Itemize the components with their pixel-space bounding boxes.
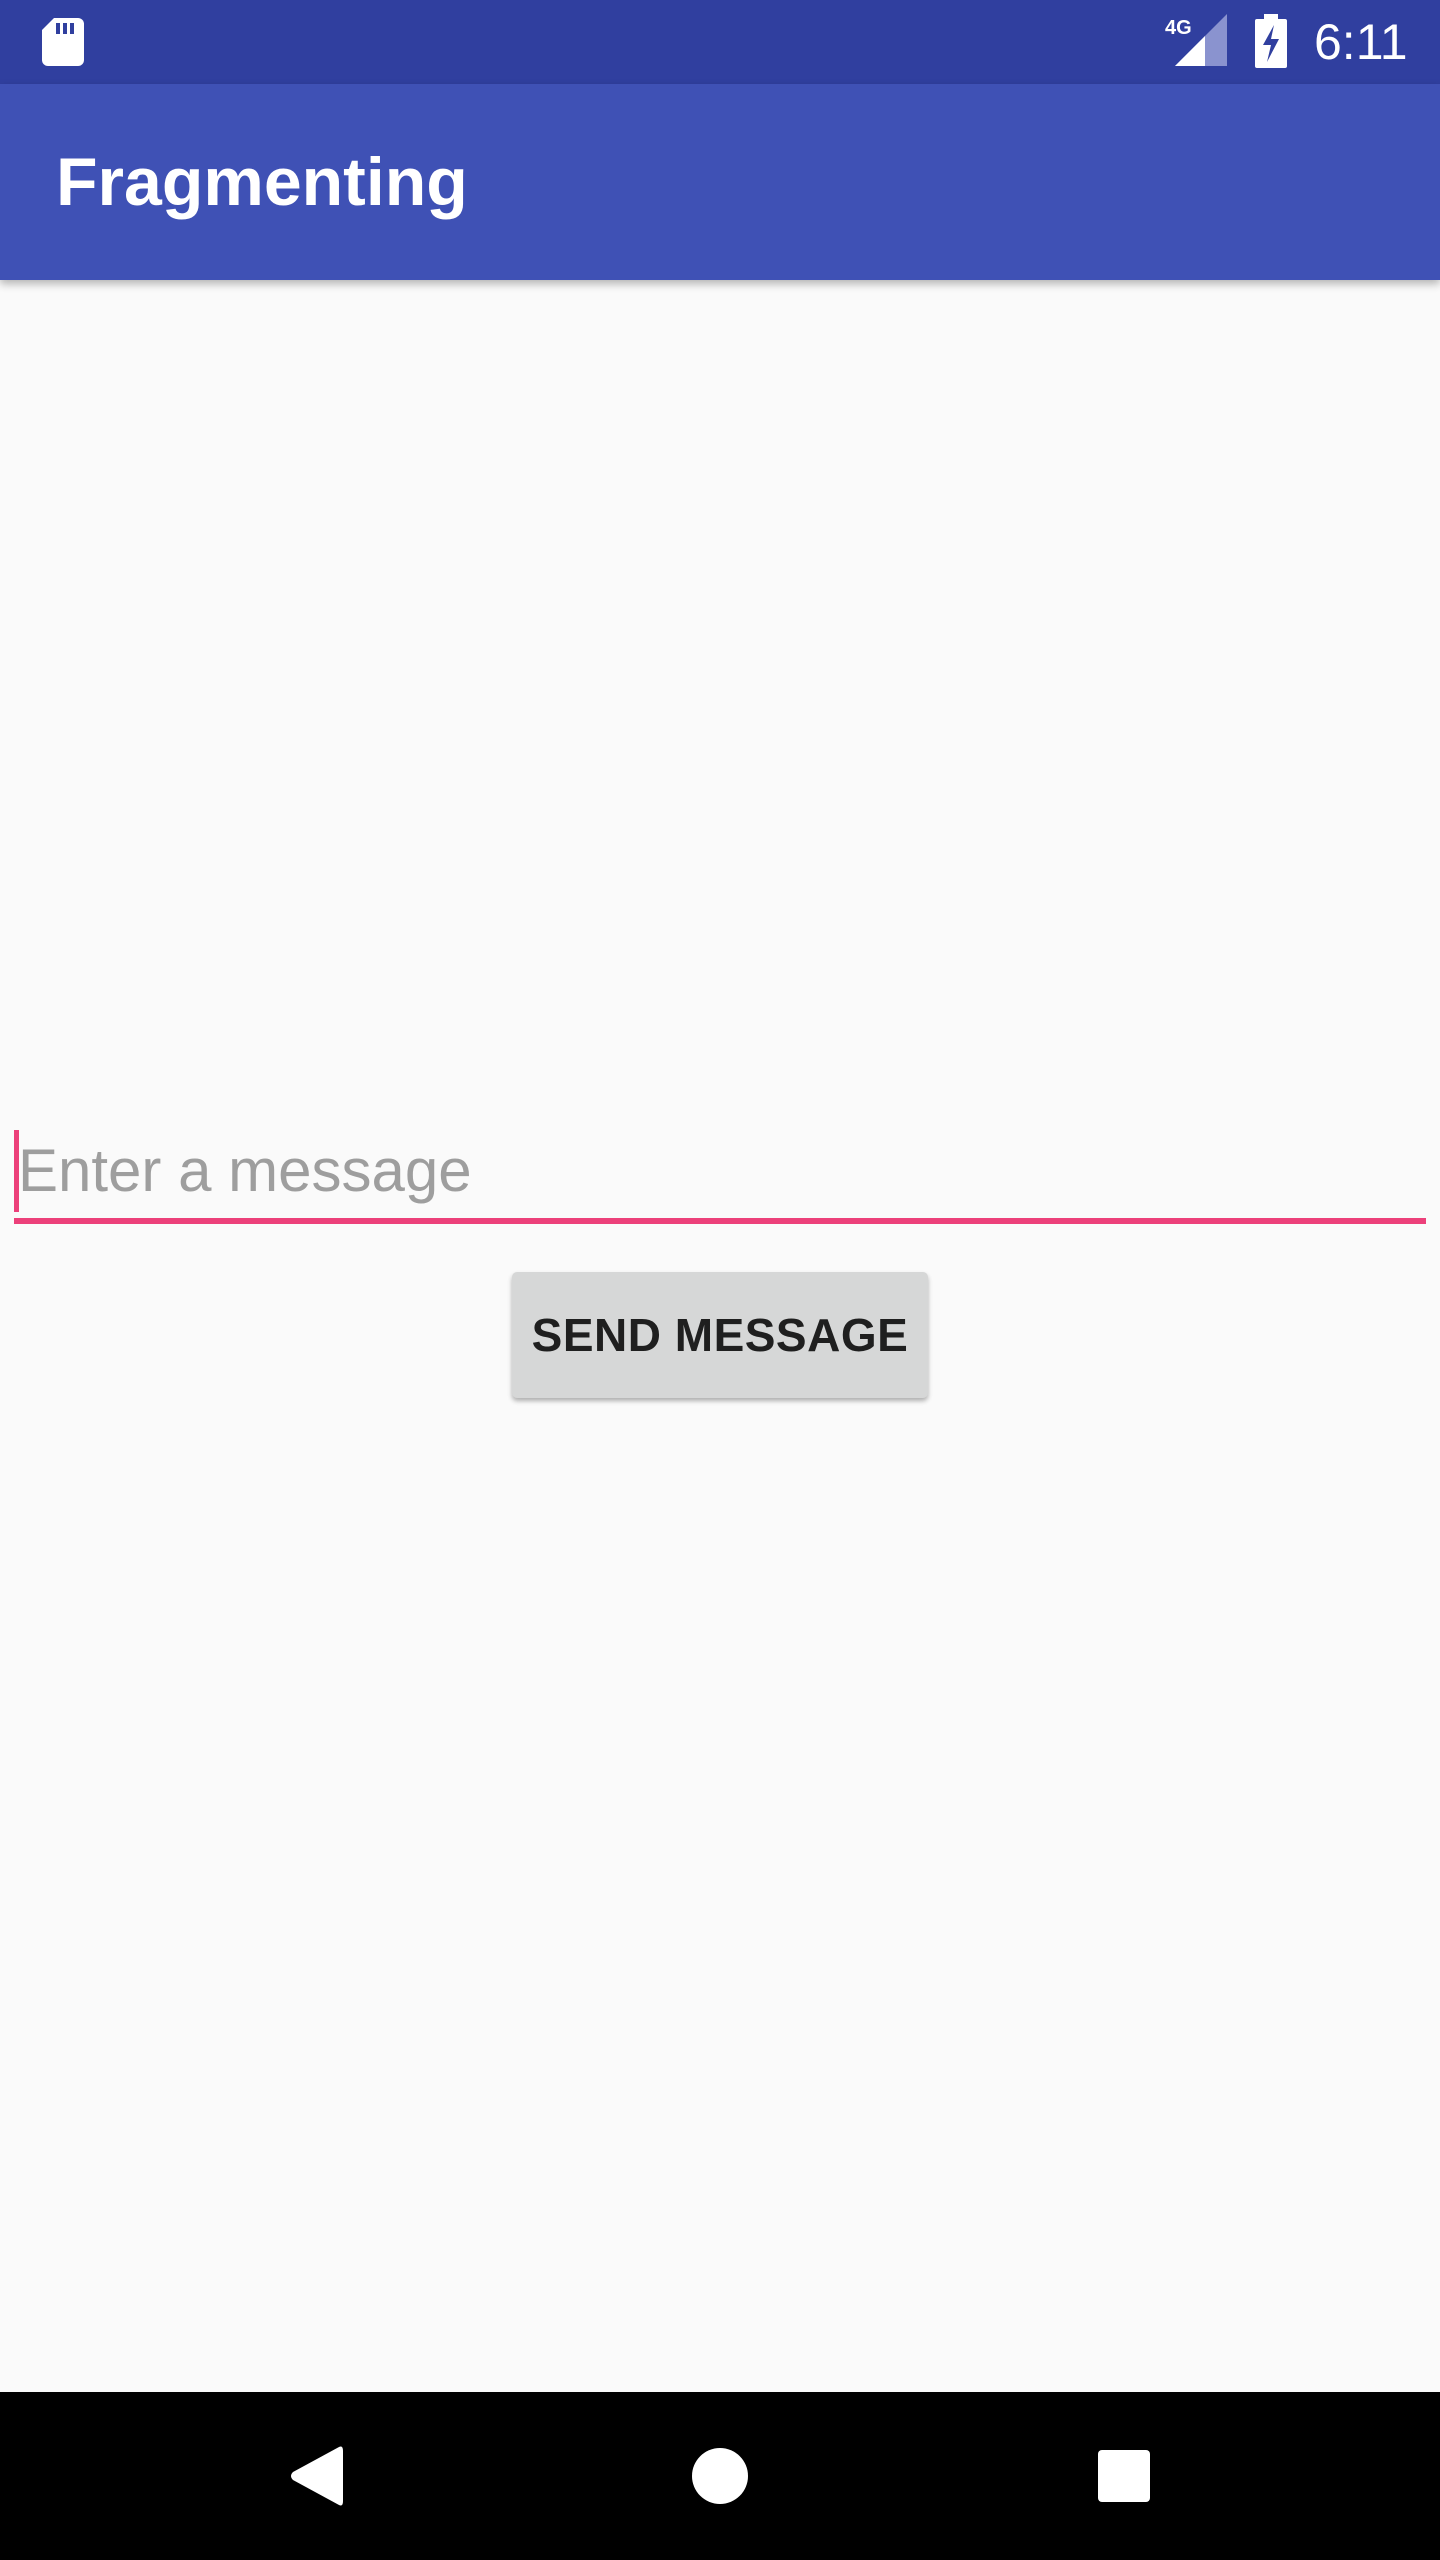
sd-card-icon [42,18,84,66]
signal-4g-icon: 4G [1165,14,1227,66]
input-underline [14,1218,1426,1224]
app-bar: Fragmenting [0,84,1440,280]
status-bar: 4G 6:11 [0,0,1440,84]
send-message-button[interactable]: SEND MESSAGE [512,1272,928,1398]
app-title: Fragmenting [56,144,468,220]
screen: 4G 6:11 Fragmenting SEND MESSAGE [0,0,1440,2560]
back-button[interactable] [216,2392,416,2560]
text-cursor [14,1130,19,1212]
battery-charging-icon [1255,14,1287,68]
network-type-label: 4G [1165,17,1192,39]
content-area: SEND MESSAGE [0,280,1440,2392]
back-icon [291,2446,343,2506]
home-button[interactable] [620,2392,820,2560]
message-field[interactable] [14,1122,1430,1226]
recents-icon [1098,2450,1150,2502]
navigation-bar [0,2392,1440,2560]
message-input[interactable] [14,1122,1430,1218]
home-icon [692,2448,748,2504]
recents-button[interactable] [1024,2392,1224,2560]
status-time: 6:11 [1314,14,1408,70]
